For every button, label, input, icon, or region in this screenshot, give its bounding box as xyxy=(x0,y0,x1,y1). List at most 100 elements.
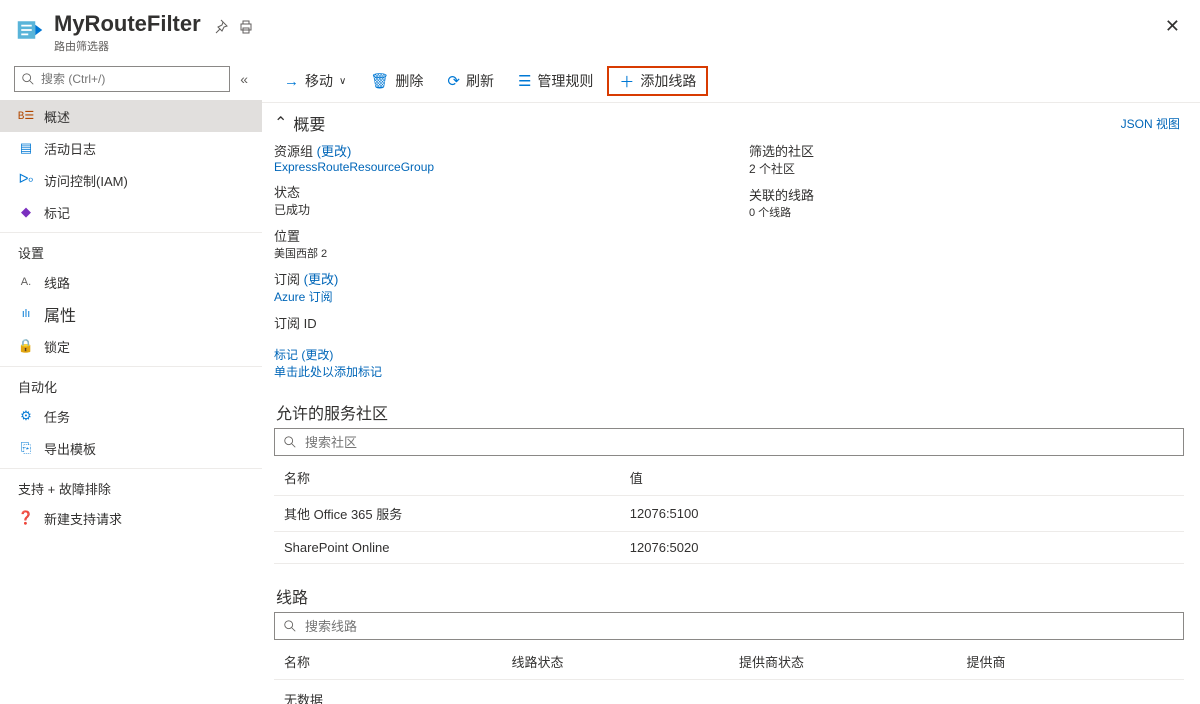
move-label: 移动 xyxy=(305,71,333,91)
sidebar-item-label: 概述 xyxy=(44,107,70,126)
tasks-icon: ⚙ xyxy=(18,408,34,424)
sidebar-item-overview[interactable]: B☰ 概述 xyxy=(0,100,262,132)
sidebar-group-support: 支持 + 故障排除 xyxy=(0,468,262,502)
circuits-col-provider-state[interactable]: 提供商状态 xyxy=(729,644,957,680)
sidebar-item-activity-log[interactable]: ▤ 活动日志 xyxy=(0,132,262,164)
circuits-col-name[interactable]: 名称 xyxy=(274,644,502,680)
communities-heading: 允许的服务社区 xyxy=(276,400,1184,424)
page-title: MyRouteFilter xyxy=(54,12,201,36)
manage-rules-button[interactable]: ☰ 管理规则 xyxy=(508,66,603,96)
table-row[interactable]: 其他 Office 365 服务 12076:5100 xyxy=(274,496,1184,532)
communities-col-name[interactable]: 名称 xyxy=(274,460,620,496)
communities-search-input[interactable] xyxy=(303,434,1175,451)
sidebar-item-export-template[interactable]: ⎘ 导出模板 xyxy=(0,432,262,464)
refresh-label: 刷新 xyxy=(466,71,494,91)
sidebar-search[interactable] xyxy=(14,66,230,92)
sidebar-item-locks[interactable]: 🔒 锁定 xyxy=(0,330,262,362)
sidebar: « B☰ 概述 ▤ 活动日志 ᐅ৹ 访问控制(IAM) ◆ 标记 设置 A. 线… xyxy=(0,60,262,704)
circuits-search-input[interactable] xyxy=(303,618,1175,635)
print-icon[interactable] xyxy=(238,19,254,38)
sidebar-item-label: 活动日志 xyxy=(44,139,96,158)
activity-log-icon: ▤ xyxy=(18,140,34,156)
sidebar-item-label: 属性 xyxy=(44,302,76,326)
sidebar-item-circuits[interactable]: A. 线路 xyxy=(0,266,262,298)
circuits-search[interactable] xyxy=(274,612,1184,640)
properties-icon: ılı xyxy=(18,308,34,320)
sidebar-item-label: 访问控制(IAM) xyxy=(44,171,128,190)
status-value: 已成功 xyxy=(274,201,709,218)
essentials-caret-icon[interactable]: ⌃ xyxy=(274,113,287,133)
filtered-communities-value: 2 个社区 xyxy=(749,160,1184,177)
communities-search[interactable] xyxy=(274,428,1184,456)
delete-icon: 🗑 xyxy=(370,72,389,90)
refresh-button[interactable]: ⟳ 刷新 xyxy=(437,66,504,96)
collapse-sidebar-icon[interactable]: « xyxy=(236,69,252,89)
community-value: 12076:5020 xyxy=(620,532,1184,564)
communities-table: 名称 值 其他 Office 365 服务 12076:5100 SharePo… xyxy=(274,460,1184,564)
manage-label: 管理规则 xyxy=(537,71,593,91)
refresh-icon: ⟳ xyxy=(447,72,460,90)
location-value: 美国西部 2 xyxy=(274,245,709,261)
add-circuit-label: 添加线路 xyxy=(640,71,696,91)
lock-icon: 🔒 xyxy=(18,338,34,354)
community-name: SharePoint Online xyxy=(274,532,620,564)
sidebar-item-label: 标记 xyxy=(44,203,70,222)
subscription-label: 订阅 xyxy=(274,272,304,287)
sidebar-item-label: 新建支持请求 xyxy=(44,509,122,528)
sidebar-item-label: 锁定 xyxy=(44,337,70,356)
delete-button[interactable]: 🗑 删除 xyxy=(360,66,433,96)
manage-rules-icon: ☰ xyxy=(518,72,531,90)
route-icon: A. xyxy=(18,276,34,288)
status-label: 状态 xyxy=(274,182,709,201)
pin-icon[interactable] xyxy=(212,19,228,38)
close-icon[interactable]: ✕ xyxy=(1161,12,1184,41)
sidebar-item-tags[interactable]: ◆ 标记 xyxy=(0,196,262,228)
move-button[interactable]: → 移动 ∨ xyxy=(274,66,356,96)
routefilter-icon xyxy=(16,16,44,44)
subscription-change-link[interactable]: (更改) xyxy=(304,272,339,287)
location-label: 位置 xyxy=(274,226,709,245)
sidebar-item-label: 导出模板 xyxy=(44,439,96,458)
circuits-col-provider[interactable]: 提供商 xyxy=(957,644,1185,680)
circuits-heading: 线路 xyxy=(276,584,1184,608)
sidebar-search-input[interactable] xyxy=(39,71,223,87)
page-subtitle: 路由筛选器 xyxy=(54,38,1161,54)
iam-icon: ᐅ৹ xyxy=(18,170,34,191)
sidebar-item-properties[interactable]: ılı 属性 xyxy=(0,298,262,330)
circuits-col-circuit-state[interactable]: 线路状态 xyxy=(502,644,730,680)
sidebar-item-tasks[interactable]: ⚙ 任务 xyxy=(0,400,262,432)
community-value: 12076:5100 xyxy=(620,496,1184,532)
circuits-table: 名称 线路状态 提供商状态 提供商 xyxy=(274,644,1184,680)
sidebar-group-automation: 自动化 xyxy=(0,366,262,400)
rg-label: 资源组 xyxy=(274,144,317,159)
table-row[interactable]: SharePoint Online 12076:5020 xyxy=(274,532,1184,564)
circuits-no-data: 无数据 xyxy=(274,680,1184,704)
community-name: 其他 Office 365 服务 xyxy=(274,496,620,532)
add-circuit-button[interactable]: ＋ 添加线路 xyxy=(607,66,708,96)
chevron-down-icon: ∨ xyxy=(339,76,346,87)
sidebar-item-label: 任务 xyxy=(44,407,70,426)
move-icon: → xyxy=(284,73,299,90)
assoc-circuits-label: 关联的线路 xyxy=(749,185,1184,204)
sidebar-item-iam[interactable]: ᐅ৹ 访问控制(IAM) xyxy=(0,164,262,196)
subscription-value[interactable]: Azure 订阅 xyxy=(274,288,709,305)
sidebar-item-new-support-request[interactable]: ❓ 新建支持请求 xyxy=(0,502,262,534)
assoc-circuits-value: 0 个线路 xyxy=(749,204,1184,220)
rg-value[interactable]: ExpressRouteResourceGroup xyxy=(274,160,709,174)
plus-icon: ＋ xyxy=(619,71,634,92)
rg-change-link[interactable]: (更改) xyxy=(317,144,352,159)
overview-icon: B☰ xyxy=(18,109,34,123)
tags-change-link[interactable]: 标记 (更改) xyxy=(274,348,333,362)
sidebar-item-label: 线路 xyxy=(44,273,70,292)
toolbar: → 移动 ∨ 🗑 删除 ⟳ 刷新 ☰ 管理规则 ＋ 添加线路 xyxy=(262,60,1200,103)
tag-icon: ◆ xyxy=(18,204,34,220)
subscription-id-label: 订阅 ID xyxy=(274,313,709,332)
json-view-link[interactable]: JSON 视图 xyxy=(1121,115,1180,132)
essentials-heading: 概要 xyxy=(293,111,325,135)
tags-add-link[interactable]: 单击此处以添加标记 xyxy=(274,365,382,379)
communities-col-value[interactable]: 值 xyxy=(620,460,1184,496)
support-icon: ❓ xyxy=(18,510,34,526)
sidebar-group-settings: 设置 xyxy=(0,232,262,266)
delete-label: 删除 xyxy=(395,71,423,91)
export-template-icon: ⎘ xyxy=(18,440,34,456)
